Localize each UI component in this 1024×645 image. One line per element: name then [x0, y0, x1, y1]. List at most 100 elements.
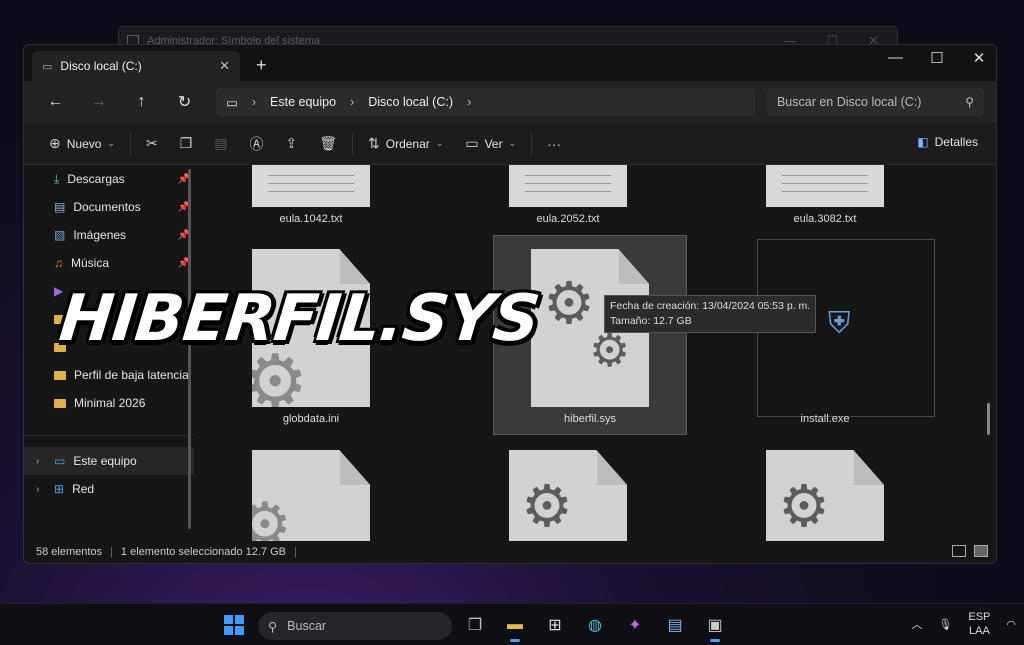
chevron-right-icon[interactable]: › — [36, 456, 39, 467]
file-hiberfil-sys[interactable]: ⚙ ⚙ hiberfil.sys — [531, 249, 649, 425]
new-tab-icon[interactable]: + — [256, 55, 267, 76]
rename-button[interactable]: Ⓐ — [239, 134, 275, 154]
tooltip-size: Tamaño: 12.7 GB — [610, 315, 692, 327]
plus-circle-icon: ⊕ — [49, 135, 61, 151]
file-eula-1042[interactable]: eula.1042.txt — [252, 165, 370, 225]
copilot-icon[interactable]: ✦ — [622, 612, 648, 638]
file-name: hiberfil.sys — [564, 413, 616, 425]
view-toggle — [952, 545, 988, 557]
forward-icon[interactable]: → — [79, 93, 118, 111]
share-button[interactable]: ⇪ — [275, 135, 309, 152]
chevron-right-icon: › — [467, 95, 472, 109]
text-file-icon — [509, 165, 627, 207]
minimize-icon[interactable]: — — [888, 49, 903, 67]
command-bar: ⊕ Nuevo ⌄ ✂ ❐ ▤ Ⓐ ⇪ 🗑 ⇅ Ordenar ⌄ ▭ Ver … — [24, 123, 996, 165]
drive-icon: ▭ — [42, 60, 53, 73]
text-file-icon — [766, 165, 884, 207]
lang-top: ESP — [968, 611, 991, 623]
delete-button[interactable]: 🗑 — [308, 135, 348, 152]
more-options-button[interactable]: ··· — [536, 136, 572, 152]
new-button[interactable]: ⊕ Nuevo ⌄ — [38, 135, 126, 152]
sidebar-item-este-equipo[interactable]: › ▭ Este equipo — [24, 447, 194, 475]
close-icon[interactable]: ✕ — [972, 49, 986, 67]
gear-icon: ⚙ — [521, 474, 573, 539]
microphone-icon[interactable]: 🎙 — [938, 618, 952, 631]
system-tray: ︿ 🎙 ESP LAA ◠ — [911, 610, 1016, 638]
file-row3-1[interactable]: ⚙ — [252, 450, 370, 541]
refresh-icon[interactable]: ↻ — [165, 92, 204, 112]
file-row3-2[interactable]: ⚙ — [509, 450, 627, 541]
sidebar-item-label: Imágenes — [73, 228, 127, 242]
sidebar-item-label: Música — [71, 256, 110, 270]
taskbar-search[interactable]: ⚲ Buscar — [258, 612, 452, 640]
view-button[interactable]: ▭ Ver ⌄ — [454, 135, 527, 152]
tab-disco-local[interactable]: ▭ Disco local (C:) ✕ — [32, 51, 240, 81]
system-file-icon: ⚙ — [509, 450, 627, 541]
store-icon[interactable]: ⊞ — [542, 612, 568, 638]
address-bar[interactable]: ▭ › Este equipo › Disco local (C:) › — [216, 88, 755, 116]
chevron-down-icon: ⌄ — [508, 138, 517, 148]
task-view-icon[interactable]: ❐ — [462, 612, 488, 638]
wifi-icon[interactable]: ◠ — [1006, 618, 1016, 631]
rename-icon: Ⓐ — [249, 135, 264, 152]
file-eula-2052[interactable]: eula.2052.txt — [509, 165, 627, 225]
terminal-icon[interactable]: ▣ — [702, 612, 728, 642]
file-name: install.exe — [800, 413, 850, 425]
edge-icon[interactable]: ◍ — [582, 612, 608, 638]
text-file-icon — [252, 165, 370, 207]
tooltip-created: Fecha de creación: 13/04/2024 05:53 p. m… — [610, 300, 811, 312]
sidebar-item-perfil-baja-latencia[interactable]: Perfil de baja latencia — [24, 361, 194, 389]
sidebar-item-minimal-2026[interactable]: Minimal 2026 — [24, 389, 194, 417]
window-controls: — ☐ ✕ — [888, 49, 986, 67]
sort-icon: ⇅ — [368, 135, 380, 151]
monitor-icon: ▭ — [54, 454, 66, 468]
gear-icon: ⚙ — [238, 491, 292, 541]
notepad-icon[interactable]: ▤ — [662, 612, 688, 638]
sidebar-item-label: Perfil de baja latencia — [74, 368, 189, 382]
sidebar-item-musica[interactable]: ♫ Música 📌 — [24, 249, 194, 277]
details-view-icon[interactable] — [952, 545, 966, 557]
sidebar-item-label: Red — [72, 482, 95, 496]
file-install-exe[interactable]: ⛨ install.exe — [766, 249, 884, 425]
windows-start-icon[interactable] — [224, 615, 244, 635]
sidebar-item-imagenes[interactable]: ▧ Imágenes 📌 — [24, 221, 194, 249]
sort-button[interactable]: ⇅ Ordenar ⌄ — [357, 135, 454, 152]
breadcrumb-disco-local[interactable]: Disco local (C:) — [368, 95, 453, 109]
cut-button[interactable]: ✂ — [135, 135, 169, 152]
file-eula-3082[interactable]: eula.3082.txt — [766, 165, 884, 225]
divider — [531, 132, 533, 155]
copy-button[interactable]: ❐ — [169, 135, 204, 152]
back-icon[interactable]: ← — [36, 93, 75, 111]
monitor-icon: ▭ — [226, 95, 238, 110]
paste-button[interactable]: ▤ — [203, 135, 238, 152]
image-icon: ▧ — [54, 228, 66, 242]
up-icon[interactable]: ↑ — [122, 93, 161, 111]
settings-file-icon: ⚙ — [252, 450, 370, 541]
file-explorer-icon[interactable]: ▬ — [502, 612, 528, 642]
search-icon: ⚲ — [268, 619, 278, 634]
content-scrollbar[interactable] — [987, 403, 990, 435]
file-name: eula.1042.txt — [279, 213, 343, 225]
tiles-view-icon[interactable] — [974, 545, 988, 557]
item-count: 58 elementos — [36, 546, 103, 558]
selection-info: 1 elemento seleccionado 12.7 GB — [120, 546, 287, 558]
chevron-up-icon[interactable]: ︿ — [911, 616, 922, 632]
scissors-icon: ✂ — [145, 135, 158, 151]
details-button[interactable]: ◧ Detalles — [917, 135, 978, 149]
search-input[interactable]: Buscar en Disco local (C:) ⚲ — [766, 88, 984, 116]
language-indicator[interactable]: ESP LAA — [968, 610, 990, 638]
sidebar-item-label: Documentos — [73, 200, 141, 214]
music-icon: ♫ — [54, 256, 63, 270]
sidebar-item-descargas[interactable]: ⤓ Descargas 📌 — [24, 165, 194, 193]
close-tab-icon[interactable]: ✕ — [219, 58, 230, 74]
file-row3-3[interactable]: ⚙ — [766, 450, 884, 541]
sidebar-item-red[interactable]: › ⊞ Red — [24, 475, 194, 503]
chevron-right-icon: › — [251, 95, 257, 109]
maximize-icon[interactable]: ☐ — [930, 49, 944, 67]
breadcrumb-este-equipo[interactable]: Este equipo — [270, 95, 336, 109]
search-icon: ⚲ — [965, 95, 974, 109]
sidebar-item-documentos[interactable]: ▤ Documentos 📌 — [24, 193, 194, 221]
sidebar-item-label: Descargas — [67, 172, 125, 186]
taskbar-search-label: Buscar — [287, 619, 327, 633]
chevron-right-icon[interactable]: › — [36, 484, 39, 495]
